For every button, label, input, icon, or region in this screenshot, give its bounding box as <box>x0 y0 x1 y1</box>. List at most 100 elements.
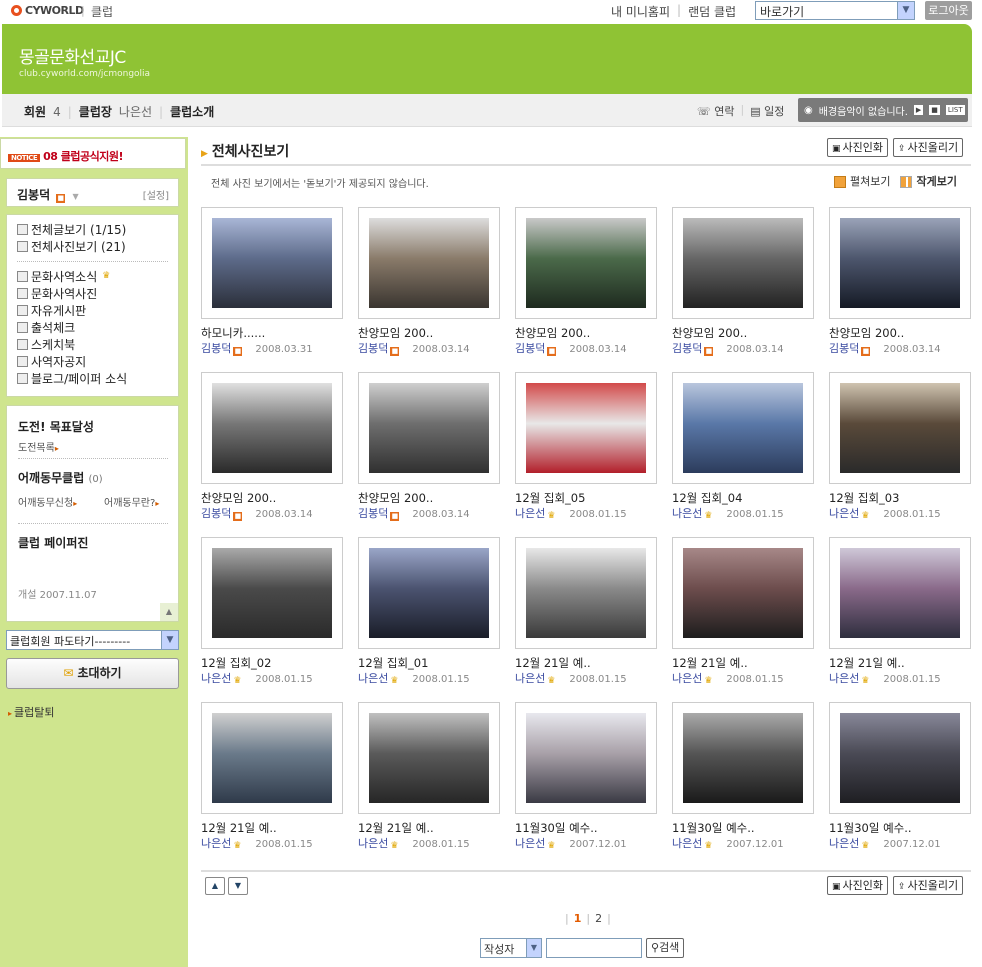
photo-title[interactable]: 찬양모임 200.. <box>201 490 276 506</box>
club-title[interactable]: 몽골문화선교JC <box>19 43 126 68</box>
photo-author[interactable]: 김봉덕 <box>201 342 231 355</box>
photo-thumbnail[interactable] <box>526 713 646 803</box>
photo-author[interactable]: 나은선 <box>829 837 859 850</box>
photo-thumbnail[interactable] <box>683 548 803 638</box>
photo-item[interactable]: 12월 21일 예.. 나은선 ♛ 2008.01.15 <box>515 537 660 702</box>
page-link[interactable]: 1 <box>574 912 582 925</box>
photo-upload-button[interactable]: ⇪ 사진올리기 <box>893 138 964 157</box>
search-type-select[interactable]: 작성자 ▼ <box>480 938 542 958</box>
photo-thumbnail[interactable] <box>683 218 803 308</box>
photo-title[interactable]: 11월30일 예수.. <box>515 820 598 836</box>
photo-thumbnail-frame[interactable] <box>358 702 500 814</box>
photo-item[interactable]: 12월 집회_04 나은선 ♛ 2008.01.15 <box>672 372 817 537</box>
photo-thumbnail[interactable] <box>212 383 332 473</box>
menu-notice[interactable]: 사역자공지 <box>7 353 178 370</box>
photo-thumbnail-frame[interactable] <box>201 702 343 814</box>
photo-item[interactable]: 12월 집회_03 나은선 ♛ 2008.01.15 <box>829 372 974 537</box>
photo-title[interactable]: 찬양모임 200.. <box>515 325 590 341</box>
photo-title[interactable]: 찬양모임 200.. <box>829 325 904 341</box>
photo-thumbnail-frame[interactable] <box>515 372 657 484</box>
photo-item[interactable]: 12월 집회_01 나은선 ♛ 2008.01.15 <box>358 537 503 702</box>
photo-thumbnail[interactable] <box>840 713 960 803</box>
photo-item[interactable]: 12월 21일 예.. 나은선 ♛ 2008.01.15 <box>672 537 817 702</box>
photo-thumbnail[interactable] <box>369 383 489 473</box>
menu-free-board[interactable]: 자유게시판 <box>7 302 178 319</box>
photo-author[interactable]: 나은선 <box>515 672 545 685</box>
photo-title[interactable]: 찬양모임 200.. <box>358 325 433 341</box>
random-club-link[interactable]: 랜덤 클럽 <box>688 3 736 20</box>
scroll-bottom-icon[interactable]: ▼ <box>228 877 248 895</box>
menu-culture-news[interactable]: 문화사역소식 ♛ <box>7 268 178 285</box>
photo-author[interactable]: 나은선 <box>358 837 388 850</box>
stop-icon[interactable]: ■ <box>929 105 940 115</box>
photo-title[interactable]: 12월 집회_01 <box>358 655 428 671</box>
photo-author[interactable]: 나은선 <box>829 672 859 685</box>
photo-title[interactable]: 12월 집회_02 <box>201 655 271 671</box>
contact-link[interactable]: ☏ 연락 <box>697 103 735 119</box>
photo-thumbnail-frame[interactable] <box>515 702 657 814</box>
leave-club-link[interactable]: ▸ 클럽탈퇴 <box>8 704 55 720</box>
photo-thumbnail[interactable] <box>212 218 332 308</box>
photo-title[interactable]: 12월 21일 예.. <box>672 655 748 671</box>
photo-thumbnail[interactable] <box>212 548 332 638</box>
photo-thumbnail-frame[interactable] <box>358 207 500 319</box>
club-home-link[interactable]: 클럽 <box>91 3 113 20</box>
photo-upload-button[interactable]: ⇪ 사진올리기 <box>893 876 964 895</box>
view-wide-button[interactable]: 펼쳐보기 <box>834 173 890 189</box>
cyworld-logo[interactable]: CYWORLD <box>11 4 84 17</box>
photo-title[interactable]: 12월 집회_04 <box>672 490 742 506</box>
notice-box[interactable]: NOTICE 08 클럽공식지원! <box>0 138 186 169</box>
photo-thumbnail[interactable] <box>526 218 646 308</box>
photo-thumbnail[interactable] <box>840 218 960 308</box>
my-minihompy-link[interactable]: 내 미니홈피 <box>611 3 670 20</box>
photo-thumbnail-frame[interactable] <box>201 207 343 319</box>
photo-author[interactable]: 김봉덕 <box>201 507 231 520</box>
photo-item[interactable]: 찬양모임 200.. 김봉덕 ■ 2008.03.14 <box>358 207 503 372</box>
club-intro-link[interactable]: 클럽소개 <box>170 103 214 120</box>
photo-thumbnail-frame[interactable] <box>672 702 814 814</box>
photo-author[interactable]: 나은선 <box>201 837 231 850</box>
member-surf-select[interactable]: 클럽회원 파도타기--------- ▼ <box>6 630 179 650</box>
photo-item[interactable]: 12월 집회_05 나은선 ♛ 2008.01.15 <box>515 372 660 537</box>
photo-author[interactable]: 나은선 <box>672 672 702 685</box>
friend-club-title[interactable]: 어깨동무클럽 (0) <box>18 469 103 486</box>
goto-select[interactable]: 바로가기 ▼ <box>755 1 915 20</box>
member-label[interactable]: 회원 <box>24 103 46 120</box>
photo-title[interactable]: 찬양모임 200.. <box>358 490 433 506</box>
photo-thumbnail-frame[interactable] <box>829 702 971 814</box>
photo-thumbnail-frame[interactable] <box>201 537 343 649</box>
photo-author[interactable]: 나은선 <box>672 507 702 520</box>
play-icon[interactable]: ▶ <box>913 105 924 115</box>
photo-thumbnail[interactable] <box>683 383 803 473</box>
photo-title[interactable]: 하모니카...... <box>201 325 265 341</box>
challenge-list-link[interactable]: 도전목록▸ <box>18 439 59 454</box>
logout-button[interactable]: 로그아웃 <box>925 1 972 20</box>
photo-title[interactable]: 12월 21일 예.. <box>515 655 591 671</box>
paper-title[interactable]: 클럽 페이퍼진 <box>18 534 88 551</box>
photo-thumbnail[interactable] <box>683 713 803 803</box>
photo-item[interactable]: 찬양모임 200.. 김봉덕 ■ 2008.03.14 <box>358 372 503 537</box>
menu-culture-photos[interactable]: 문화사역사진 <box>7 285 178 302</box>
photo-thumbnail-frame[interactable] <box>672 537 814 649</box>
photo-author[interactable]: 김봉덕 <box>829 342 859 355</box>
photo-thumbnail[interactable] <box>526 548 646 638</box>
scroll-up-icon[interactable]: ▲ <box>160 603 178 621</box>
photo-title[interactable]: 11월30일 예수.. <box>672 820 755 836</box>
photo-thumbnail[interactable] <box>369 548 489 638</box>
photo-print-button[interactable]: ▣ 사진인화 <box>827 138 888 157</box>
menu-attendance[interactable]: 출석체크 <box>7 319 178 336</box>
settings-link[interactable]: [설정] <box>143 187 169 202</box>
photo-thumbnail[interactable] <box>212 713 332 803</box>
photo-item[interactable]: 12월 21일 예.. 나은선 ♛ 2008.01.15 <box>358 702 503 867</box>
menu-sketchbook[interactable]: 스케치북 <box>7 336 178 353</box>
photo-thumbnail-frame[interactable] <box>358 537 500 649</box>
photo-author[interactable]: 나은선 <box>358 672 388 685</box>
menu-blog-news[interactable]: 블로그/페이퍼 소식 <box>7 370 178 387</box>
photo-author[interactable]: 나은선 <box>515 837 545 850</box>
friend-apply-link[interactable]: 어깨동무신청▸ <box>18 494 77 509</box>
photo-print-button[interactable]: ▣ 사진인화 <box>827 876 888 895</box>
club-url[interactable]: club.cyworld.com/jcmongolia <box>19 69 150 79</box>
schedule-link[interactable]: ▤ 일정 <box>750 103 784 119</box>
photo-item[interactable]: 11월30일 예수.. 나은선 ♛ 2007.12.01 <box>672 702 817 867</box>
photo-thumbnail-frame[interactable] <box>201 372 343 484</box>
